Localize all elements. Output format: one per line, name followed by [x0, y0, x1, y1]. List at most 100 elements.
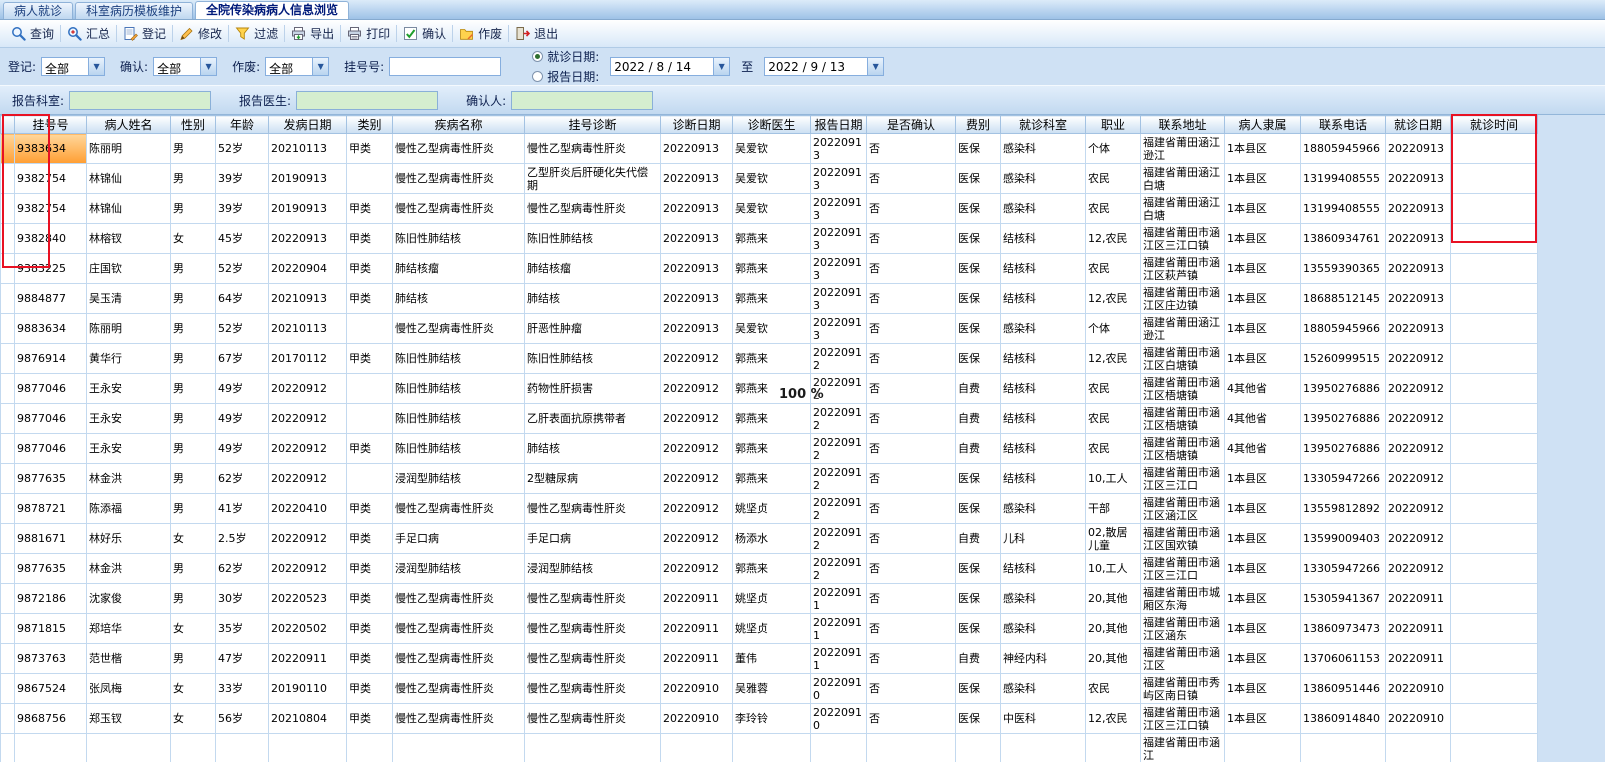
cell[interactable]: 林金洪: [86, 463, 171, 494]
cell[interactable]: [1000, 733, 1086, 762]
confirm-button[interactable]: 确认: [397, 22, 452, 45]
cell[interactable]: 49岁: [215, 403, 269, 434]
cell[interactable]: 13559812892: [1300, 493, 1386, 524]
cell[interactable]: 20220912: [268, 373, 347, 404]
cell[interactable]: 45岁: [215, 223, 269, 254]
cell[interactable]: 否: [866, 553, 956, 584]
cell[interactable]: 吴玉清: [86, 283, 171, 314]
cell[interactable]: 慢性乙型病毒性肝炎: [392, 133, 525, 164]
cell[interactable]: 自费: [955, 643, 1001, 674]
cell[interactable]: 15260999515: [1300, 343, 1386, 374]
cell[interactable]: 郭燕来: [732, 463, 811, 494]
cell[interactable]: 慢性乙型病毒性肝炎: [524, 613, 661, 644]
cell[interactable]: 否: [866, 433, 956, 464]
cell[interactable]: 吴爱钦: [732, 313, 811, 344]
cell[interactable]: 结核科: [1000, 553, 1086, 584]
cell[interactable]: 20220913: [1385, 163, 1451, 194]
cell[interactable]: [1450, 553, 1538, 584]
cell[interactable]: 范世楷: [86, 643, 171, 674]
cell[interactable]: 慢性乙型病毒性肝炎: [392, 313, 525, 344]
cell[interactable]: 福建省莆田涵江白塘: [1140, 193, 1225, 224]
cell[interactable]: 慢性乙型病毒性肝炎: [524, 673, 661, 704]
cell[interactable]: 慢性乙型病毒性肝炎: [392, 673, 525, 704]
cell[interactable]: 医保: [955, 553, 1001, 584]
cell[interactable]: 医保: [955, 253, 1001, 284]
cell[interactable]: 甲类: [346, 613, 393, 644]
cell[interactable]: 20220910: [810, 703, 867, 734]
cell[interactable]: [660, 733, 733, 762]
cell[interactable]: [1450, 703, 1538, 734]
cell[interactable]: [14, 733, 87, 762]
cell[interactable]: 56岁: [215, 703, 269, 734]
cell[interactable]: 否: [866, 463, 956, 494]
column-header[interactable]: 性别: [170, 115, 216, 134]
row-selector[interactable]: [0, 253, 15, 284]
tab-infectious-browse[interactable]: 全院传染病病人信息浏览: [195, 1, 350, 19]
cell[interactable]: 男: [170, 403, 216, 434]
cell[interactable]: 9871815: [14, 613, 87, 644]
cell[interactable]: 9881671: [14, 523, 87, 554]
cell[interactable]: 2.5岁: [215, 523, 269, 554]
cell[interactable]: 20220912: [810, 403, 867, 434]
cell[interactable]: 20220523: [268, 583, 347, 614]
cell[interactable]: 20220913: [810, 313, 867, 344]
cell[interactable]: 陈旧性肺结核: [524, 343, 661, 374]
cell[interactable]: 自费: [955, 403, 1001, 434]
table-row[interactable]: 9877635 林金洪男 62岁 20220912 浸润型肺结核 2型糖尿病 2022091…: [0, 463, 1538, 494]
cell[interactable]: 1本县区: [1224, 253, 1301, 284]
column-header[interactable]: 报告日期: [810, 115, 867, 134]
cell[interactable]: 1本县区: [1224, 343, 1301, 374]
cell[interactable]: 1本县区: [1224, 193, 1301, 224]
cell[interactable]: 男: [170, 253, 216, 284]
confirmer-input[interactable]: [511, 90, 654, 110]
cell[interactable]: 20220912: [660, 463, 733, 494]
cell[interactable]: 9873763: [14, 643, 87, 674]
cell[interactable]: 福建省莆田涵江逊江: [1140, 133, 1225, 164]
cell[interactable]: 医保: [955, 223, 1001, 254]
cell[interactable]: [1450, 733, 1538, 762]
cell[interactable]: 王永安: [86, 433, 171, 464]
cell[interactable]: 10,工人: [1085, 553, 1141, 584]
cell[interactable]: 否: [866, 193, 956, 224]
cell[interactable]: 男: [170, 283, 216, 314]
cell[interactable]: 13950276886: [1300, 433, 1386, 464]
row-selector[interactable]: [0, 133, 15, 164]
cell[interactable]: 郭燕来: [732, 283, 811, 314]
cell[interactable]: 福建省莆田市涵江区三江口: [1140, 553, 1225, 584]
cell[interactable]: [1450, 313, 1538, 344]
cell[interactable]: 福建省莆田市涵江区涵东: [1140, 613, 1225, 644]
column-header[interactable]: 就诊日期: [1385, 115, 1451, 134]
cell[interactable]: 结核科: [1000, 223, 1086, 254]
cell[interactable]: [1450, 133, 1538, 164]
cell[interactable]: [268, 733, 347, 762]
cell[interactable]: 福建省莆田市涵江区萩芦镇: [1140, 253, 1225, 284]
table-row[interactable]: 9881671 林好乐女 2.5岁 20220912 甲类 手足口病 手足口病 2022091…: [0, 523, 1538, 554]
cell[interactable]: 医保: [955, 583, 1001, 614]
cell[interactable]: 20170112: [268, 343, 347, 374]
cell[interactable]: 20220912: [268, 433, 347, 464]
cell[interactable]: 12,农民: [1085, 343, 1141, 374]
cell[interactable]: 20190110: [268, 673, 347, 704]
cell[interactable]: [1450, 523, 1538, 554]
cell[interactable]: [732, 733, 811, 762]
table-row[interactable]: 9867524 张凤梅女 33岁 20190110 甲类 慢性乙型病毒性肝炎 慢性乙型病毒性…: [0, 673, 1538, 704]
cell[interactable]: 林榕钗: [86, 223, 171, 254]
cell[interactable]: 20220912: [810, 463, 867, 494]
cell[interactable]: 64岁: [215, 283, 269, 314]
cell[interactable]: 20220910: [1385, 673, 1451, 704]
export-button[interactable]: 导出: [285, 22, 340, 45]
cell[interactable]: 1本县区: [1224, 553, 1301, 584]
cell[interactable]: 姚坚贞: [732, 493, 811, 524]
cell[interactable]: 20220913: [660, 133, 733, 164]
cell[interactable]: 林锦仙: [86, 163, 171, 194]
cell[interactable]: 结核科: [1000, 403, 1086, 434]
cell[interactable]: 9877046: [14, 403, 87, 434]
report-doctor-input[interactable]: [296, 90, 439, 110]
cell[interactable]: 慢性乙型病毒性肝炎: [392, 493, 525, 524]
cell[interactable]: 医保: [955, 313, 1001, 344]
cell[interactable]: [1300, 733, 1386, 762]
cell[interactable]: 男: [170, 343, 216, 374]
cell[interactable]: 20220912: [660, 493, 733, 524]
row-selector[interactable]: [0, 613, 15, 644]
cell[interactable]: 福建省莆田市涵江区白塘镇: [1140, 343, 1225, 374]
